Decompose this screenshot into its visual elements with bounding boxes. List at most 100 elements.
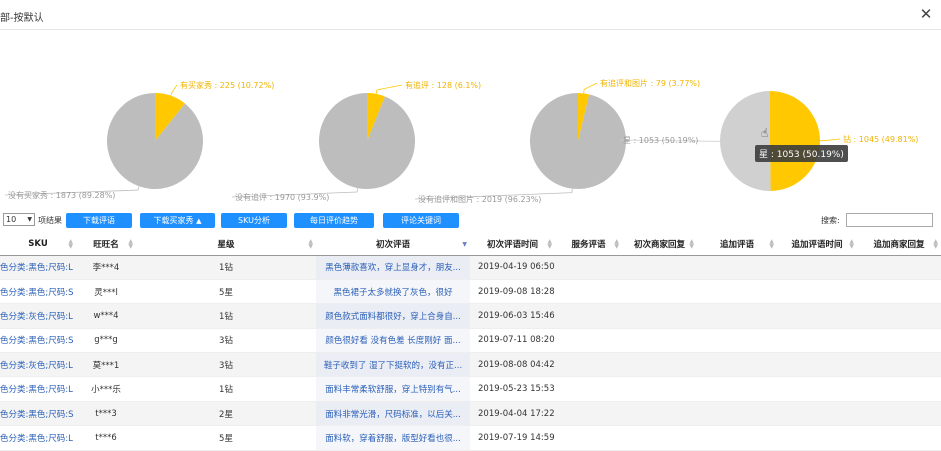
table-cell-初次评语[interactable]: 面料丰常柔软舒服，穿上特别有气... [316,376,470,402]
table-cell-SKU[interactable]: 色分类:灰色;尺码:L [0,352,76,378]
table-cell-服务评语 [555,303,622,329]
pie-leader-line [170,84,178,96]
table-cell-星级: 3钻 [136,352,316,378]
table-cell-星级: 3钻 [136,328,316,354]
table-row[interactable]: 色分类:黑色;尺码:S 灵***l 5星 黑色裙子太多就换了灰色，很好 2019-09-… [0,279,941,305]
pie-label-星: 星 : 1053 (50.19%) [623,136,698,145]
table-header-row: SKU ▲ ▼ 旺旺名 ▲ ▼ 星级 ▲ ▼ 初次评语 ▼ 初次评语时间 ▲ ▼ 服务评语 ▲ ▼ 初… [0,233,941,256]
column-header-rating[interactable]: 星级 ▲ ▼ [136,233,316,256]
table-row[interactable]: 色分类:黑色;尺码:S g***g 3钻 颜色很好看 没有色差 长度刚好 面... 20… [0,328,941,354]
table-row[interactable]: 色分类:黑色;尺码:L t***6 5星 面料软，穿着舒服，版型好看也很... 2019… [0,425,941,451]
table-cell-追加商家回复 [857,303,941,329]
column-header-first-review[interactable]: 初次评语 ▼ [316,233,470,256]
table-cell-星级: 1钻 [136,376,316,402]
table-cell-SKU[interactable]: 色分类:黑色;尺码:L [0,376,76,402]
table-cell-初次评语[interactable]: 鞋子收到了 湿了下挺软的，没有正... [316,352,470,378]
table-row[interactable]: 色分类:黑色;尺码:L 李***4 1钻 黑色薄款喜欢，穿上显身才，朋友... 2019… [0,255,941,280]
pie-slice-星[interactable] [720,91,771,192]
table-cell-SKU[interactable]: 色分类:黑色;尺码:L [0,425,76,451]
table-cell-星级: 2星 [136,401,316,427]
table-cell-服务评语 [555,376,622,402]
table-cell-追加评语 [697,303,777,329]
pie-label-有追评: 有追评 : 128 (6.1%) [405,80,481,90]
table-cell-初次评语[interactable]: 颜色款式面料都很好，穿上合身自... [316,303,470,329]
table-cell-追加商家回复 [857,376,941,402]
table-cell-追加商家回复 [857,279,941,305]
column-header-follow-up-review[interactable]: 追加评语 ▲ ▼ [697,233,777,256]
column-header-follow-up-seller-reply[interactable]: 追加商家回复 ▲ ▼ [857,233,941,256]
pie-slice-钻[interactable] [770,91,820,191]
table-cell-追加评语时间 [777,425,857,451]
table-cell-初次商家回复 [622,303,697,329]
table-row[interactable]: 色分类:黑色;尺码:S t***3 2星 面料非常光滑，尺码标准，以后关... 2019… [0,401,941,427]
page-length-label: 项结果 [38,216,62,225]
table-row[interactable]: 色分类:灰色;尺码:L 莫***1 3钻 鞋子收到了 湿了下挺软的，没有正... 201… [0,352,941,378]
review-keywords-button[interactable]: 评论关键词 [383,213,459,228]
table-cell-初次商家回复 [622,401,697,427]
sort-icon: ▲ ▼ [128,238,133,250]
search-label: 搜索: [821,216,840,225]
table-cell-星级: 5星 [136,425,316,451]
pie-slice-没有追评和图片[interactable] [530,93,626,189]
table-cell-初次评语[interactable]: 黑色薄款喜欢，穿上显身才，朋友... [316,255,470,280]
pie-slice-没有买家秀[interactable] [107,93,203,189]
column-header-wangwang-name[interactable]: 旺旺名 ▲ ▼ [76,233,136,256]
table-cell-旺旺名: w***4 [76,303,136,329]
table-cell-初次评语时间: 2019-05-23 15:53 [470,376,555,402]
table-cell-追加评语时间 [777,255,857,280]
table-cell-初次评语[interactable]: 面料软，穿着舒服，版型好看也很... [316,425,470,451]
table-cell-SKU[interactable]: 色分类:黑色;尺码:S [0,279,76,305]
table-cell-SKU[interactable]: 色分类:黑色;尺码:S [0,401,76,427]
sort-desc-icon: ▼ [462,241,467,248]
pie-slice-没有追评[interactable] [319,93,415,189]
pie-leader-line [583,82,598,94]
table-row[interactable]: 色分类:黑色;尺码:L 小***乐 1钻 面料丰常柔软舒服，穿上特别有气... 2019… [0,376,941,402]
sku-analysis-button[interactable]: SKU分析 [221,213,287,228]
table-cell-星级: 1钻 [136,255,316,280]
table-controls: 10 ▼ 项结果 下载评语 下载买家秀 ▲ SKU分析 每日评价趋势 评论关键词… [0,211,941,231]
table-cell-星级: 5星 [136,279,316,305]
chevron-down-icon: ▼ [27,216,32,223]
table-cell-初次商家回复 [622,328,697,354]
table-cell-SKU[interactable]: 色分类:灰色;尺码:L [0,303,76,329]
table-cell-SKU[interactable]: 色分类:黑色;尺码:L [0,255,76,280]
sort-icon: ▲ ▼ [689,238,694,250]
table-cell-追加评语时间 [777,328,857,354]
column-header-service-review[interactable]: 服务评语 ▲ ▼ [555,233,622,256]
sort-icon: ▲ ▼ [849,238,854,250]
daily-review-trend-button[interactable]: 每日评价趋势 [294,213,374,228]
column-header-first-seller-reply[interactable]: 初次商家回复 ▲ ▼ [622,233,697,256]
pie-label-钻: 钻 : 1045 (49.81%) [843,134,918,144]
table-cell-追加评语时间 [777,279,857,305]
table-row[interactable]: 色分类:灰色;尺码:L w***4 1钻 颜色款式面料都很好，穿上合身自... 2019… [0,303,941,329]
table-cell-追加商家回复 [857,425,941,451]
table-cell-初次商家回复 [622,425,697,451]
search-input[interactable] [846,213,933,227]
table-cell-初次商家回复 [622,352,697,378]
table-cell-追加商家回复 [857,352,941,378]
table-cell-旺旺名: t***6 [76,425,136,451]
pie-label-没有追评: 没有追评 : 1970 (93.9%) [235,192,329,202]
column-header-follow-up-review-time[interactable]: 追加评语时间 ▲ ▼ [777,233,857,256]
table-cell-追加商家回复 [857,328,941,354]
table-cell-初次评语[interactable]: 颜色很好看 没有色差 长度刚好 面... [316,328,470,354]
table-cell-SKU[interactable]: 色分类:黑色;尺码:S [0,328,76,354]
download-buyer-show-button[interactable]: 下载买家秀 ▲ [140,213,215,228]
sort-icon: ▲ ▼ [547,238,552,250]
table-cell-星级: 1钻 [136,303,316,329]
table-cell-服务评语 [555,352,622,378]
column-header-first-review-time[interactable]: 初次评语时间 ▲ ▼ [470,233,555,256]
table-cell-初次评语[interactable]: 面料非常光滑，尺码标准，以后关... [316,401,470,427]
column-header-sku[interactable]: SKU ▲ ▼ [0,233,76,256]
close-icon[interactable]: ✕ [917,5,935,23]
table-cell-初次评语[interactable]: 黑色裙子太多就换了灰色，很好 [316,279,470,305]
dialog-titlebar: 部-按默认 ✕ [0,0,941,30]
table-cell-追加商家回复 [857,255,941,280]
download-reviews-button[interactable]: 下载评语 [66,213,132,228]
pie-label-没有买家秀: 没有买家秀 : 1873 (89.28%) [8,190,115,200]
sort-icon: ▲ ▼ [769,238,774,250]
page-length-select[interactable]: 10 ▼ [3,213,35,226]
sort-icon: ▲ ▼ [308,238,313,250]
table-cell-服务评语 [555,279,622,305]
table-cell-旺旺名: 李***4 [76,255,136,280]
